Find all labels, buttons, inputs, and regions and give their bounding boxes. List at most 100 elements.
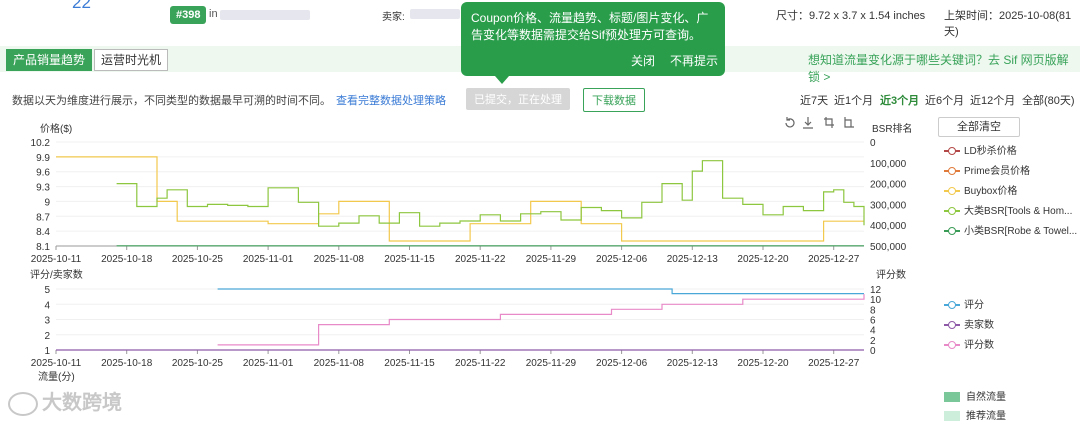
y-tick-label: 3: [44, 316, 50, 327]
legend-label: 评分数: [964, 340, 994, 351]
policy-link[interactable]: 查看完整数据处理策略: [336, 92, 446, 108]
legend-label: 大类BSR[Tools & Hom...: [964, 206, 1073, 217]
blurred-category: [220, 10, 310, 20]
rating-chart: 543211210864202025-10-11 2025-10-18 2025-1…: [31, 285, 882, 369]
x-tick-label: 2025-11-22: [455, 254, 506, 265]
x-tick-label: 2025-11-01: [243, 358, 294, 369]
x-tick-label: 2025-10-18: [101, 254, 153, 265]
blurred-seller: [410, 9, 460, 19]
range-3m[interactable]: 近3个月: [880, 92, 919, 108]
y2-tick-label: 400,000: [870, 221, 907, 232]
x-tick-label: 2025-12-06: [596, 358, 648, 369]
legend-label: 卖家数: [964, 320, 994, 331]
size-info: 尺寸：9.72 x 3.7 x 1.54 inches: [776, 10, 926, 22]
chart1-legend: LD秒杀价格 Prime会员价格 Buybox价格 大类BSR[Tools & …: [944, 142, 1080, 242]
refresh-icon[interactable]: [785, 117, 795, 128]
x-tick-label: 2025-12-20: [737, 254, 789, 265]
legend-seller-count[interactable]: 卖家数: [944, 316, 1080, 336]
legend-label: Prime会员价格: [964, 166, 1031, 177]
y-tick-label: 8.4: [36, 227, 50, 238]
seller-label: 卖家:: [382, 12, 405, 23]
legend-swatch: [944, 410, 960, 421]
listing-date: 上架时间：2025-10-08(81天): [944, 10, 1072, 38]
y-tick-label: 2: [44, 331, 50, 342]
series-line-0: [217, 288, 864, 295]
tooltip-text: Coupon价格、流量趋势、标题/图片变化、广告变化等数据需提交给Sif预处理方…: [471, 11, 709, 42]
legend-prime-price[interactable]: Prime会员价格: [944, 162, 1080, 182]
partial-number: 22: [72, 0, 91, 12]
rank-suffix: in: [209, 8, 218, 20]
range-all[interactable]: 全部(80天): [1022, 92, 1075, 108]
legend-label: 自然流量: [966, 392, 1006, 403]
y-tick-label: 8.7: [36, 212, 50, 223]
legend-marker: [944, 300, 960, 310]
download-data-button[interactable]: 下载数据: [583, 88, 645, 112]
legend-label: 小类BSR[Robe & Towel...: [964, 226, 1078, 237]
x-tick-label: 2025-12-20: [737, 358, 789, 369]
y-tick-label: 5: [44, 285, 50, 296]
legend-marker: [944, 146, 960, 156]
data-notice: 数据以天为维度进行展示，不同类型的数据最早可溯的时间不同。: [12, 95, 331, 107]
rank-badge: #398: [170, 6, 207, 24]
legend-ld-price[interactable]: LD秒杀价格: [944, 142, 1080, 162]
legend-natural-traffic[interactable]: 自然流量: [944, 388, 1006, 403]
y-tick-label: 1: [44, 346, 50, 357]
download-icon[interactable]: [803, 117, 813, 129]
range-6m[interactable]: 近6个月: [925, 92, 964, 108]
x-tick-label: 2025-11-29: [526, 358, 577, 369]
legend-marker: [944, 320, 960, 330]
chart3-ylabel: 流量(分): [38, 372, 75, 383]
legend-small-bsr[interactable]: 小类BSR[Robe & Towel...: [944, 222, 1080, 242]
y-tick-label: 9.3: [36, 183, 50, 194]
range-1m[interactable]: 近1个月: [834, 92, 873, 108]
tab-sales-trend[interactable]: 产品销量趋势: [6, 49, 93, 71]
clear-all-button[interactable]: 全部清空: [938, 117, 1020, 137]
x-tick-label: 2025-10-25: [172, 358, 224, 369]
chart2-ylabel: 评分/卖家数: [30, 270, 83, 281]
price-bsr-chart: 10.2 9.9 9.6 9.3 9 8.7 8.4 8.1 0 100,000 200,000 30…: [31, 138, 907, 265]
tab-ops-timemachine[interactable]: 运营时光机: [94, 49, 169, 71]
legend-marker: [944, 186, 960, 196]
x-tick-label: 2025-12-13: [667, 254, 719, 265]
promo-link[interactable]: 想知道流量变化源于哪些关键词？去 Sif 网页版解锁 >: [808, 51, 1080, 85]
tooltip-close-button[interactable]: 关闭: [631, 52, 655, 69]
legend-marker: [944, 340, 960, 350]
zoom-icon[interactable]: [824, 117, 834, 128]
legend-marker: [944, 166, 960, 176]
y-tick-label: 8.1: [36, 242, 50, 253]
range-7d[interactable]: 近7天: [800, 92, 828, 108]
y-tick-label: 10.2: [31, 138, 51, 149]
tooltip-arrow: [495, 76, 509, 84]
legend-review-count[interactable]: 评分数: [944, 336, 1080, 356]
y-tick-label: 9.6: [36, 168, 50, 179]
x-tick-label: 2025-11-01: [243, 254, 294, 265]
watermark-logo: 大数跨境: [8, 386, 122, 416]
range-12m[interactable]: 近12个月: [970, 92, 1015, 108]
y-tick-label: 9.9: [36, 153, 50, 164]
y2-tick-label: 500,000: [870, 242, 907, 253]
legend-big-bsr[interactable]: 大类BSR[Tools & Hom...: [944, 202, 1080, 222]
x-tick-label: 2025-10-25: [172, 254, 224, 265]
submitted-button[interactable]: 已提交，正在处理: [466, 88, 570, 110]
tooltip-never-button[interactable]: 不再提示: [670, 52, 718, 69]
x-tick-label: 2025-11-15: [384, 254, 435, 265]
legend-buybox-price[interactable]: Buybox价格: [944, 182, 1080, 202]
legend-label: Buybox价格: [964, 186, 1018, 197]
x-tick-label: 2025-12-27: [808, 358, 860, 369]
chart2-legend: 评分 卖家数 评分数: [944, 296, 1080, 356]
legend-marker: [944, 226, 960, 236]
x-tick-label: 2025-11-08: [314, 254, 365, 265]
y-tick-label: 9: [44, 197, 50, 208]
zoom-reset-icon[interactable]: [844, 117, 854, 128]
x-tick-label: 2025-11-22: [455, 358, 506, 369]
y2-tick-label: 100,000: [870, 159, 907, 170]
legend-label: 评分: [964, 300, 984, 311]
legend-marker: [944, 206, 960, 216]
legend-label: LD秒杀价格: [964, 146, 1017, 157]
logo-icon: [8, 391, 38, 416]
x-tick-label: 2025-12-06: [596, 254, 648, 265]
y2-tick-label: 0: [870, 346, 876, 357]
x-tick-label: 2025-10-11: [31, 254, 82, 265]
legend-ad-traffic[interactable]: 推荐流量: [944, 407, 1006, 422]
legend-rating[interactable]: 评分: [944, 296, 1080, 316]
